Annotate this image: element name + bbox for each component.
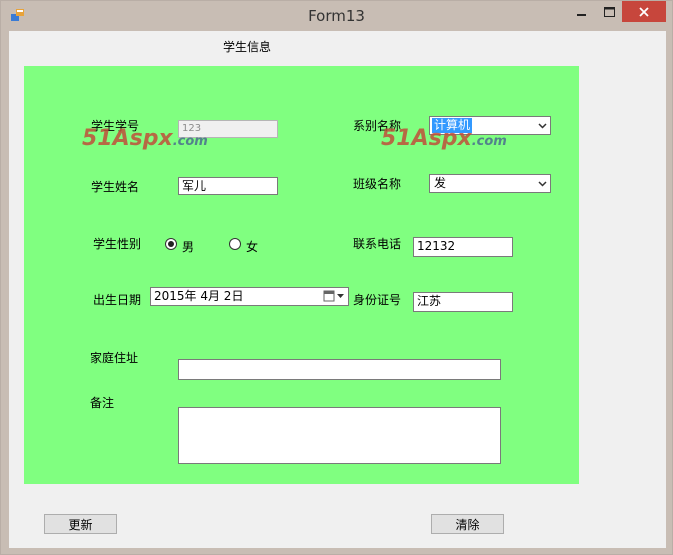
notes-textarea[interactable] [178,407,501,464]
student-name-label: 学生姓名 [91,180,140,194]
minimize-button[interactable] [572,1,592,22]
notes-label: 备注 [90,396,115,410]
form13-window: Form13 学生信息 学生学号 123 学生姓名 军儿 学生性别 男 女 出生… [0,0,673,555]
gender-label: 学生性别 [93,237,142,251]
id-number-input[interactable]: 江苏 [413,292,513,312]
gender-female-label[interactable]: 女 [246,238,258,255]
class-name-combobox[interactable]: 发 [429,174,551,193]
chevron-down-icon [538,123,547,129]
phone-label: 联系电话 [353,237,402,251]
birth-date-picker[interactable]: 2015年 4月 2日 [150,287,349,306]
address-input[interactable] [178,359,501,380]
watermark-logo-left: 51Aspx.com [82,126,208,151]
birth-date-label: 出生日期 [93,293,142,307]
minimize-icon [577,13,586,16]
watermark-main: 51Aspx [82,126,173,151]
birth-date-value: 2015年 4月 2日 [154,289,244,303]
student-info-panel: 学生学号 123 学生姓名 军儿 学生性别 男 女 出生日期 2015年 4月 … [24,66,579,484]
update-button[interactable]: 更新 [44,514,117,534]
id-number-label: 身份证号 [353,293,402,307]
watermark-suffix: .com [172,134,208,149]
radio-selected-dot [168,241,174,247]
gender-male-label[interactable]: 男 [182,238,194,255]
calendar-dropdown-icon[interactable] [323,290,345,303]
address-label: 家庭住址 [90,351,139,365]
watermark-suffix: .com [471,134,507,149]
clear-button[interactable]: 清除 [431,514,504,534]
form-client-area: 学生信息 学生学号 123 学生姓名 军儿 学生性别 男 女 出生日期 2015… [9,31,666,548]
phone-input[interactable]: 12132 [413,237,513,257]
watermark-main: 51Aspx [381,126,472,151]
class-name-selected-value: 发 [434,176,447,190]
gender-female-radio[interactable] [229,238,241,250]
maximize-button[interactable] [599,1,619,22]
close-icon [639,6,649,17]
form-heading: 学生信息 [223,40,272,54]
close-button[interactable] [622,1,666,22]
student-name-input[interactable]: 军儿 [178,177,278,195]
watermark-logo-right: 51Aspx.com [381,126,507,151]
gender-male-radio[interactable] [165,238,177,250]
chevron-down-icon [538,181,547,187]
title-bar[interactable]: Form13 [1,1,672,31]
class-name-label: 班级名称 [353,177,402,191]
maximize-icon [603,6,615,17]
